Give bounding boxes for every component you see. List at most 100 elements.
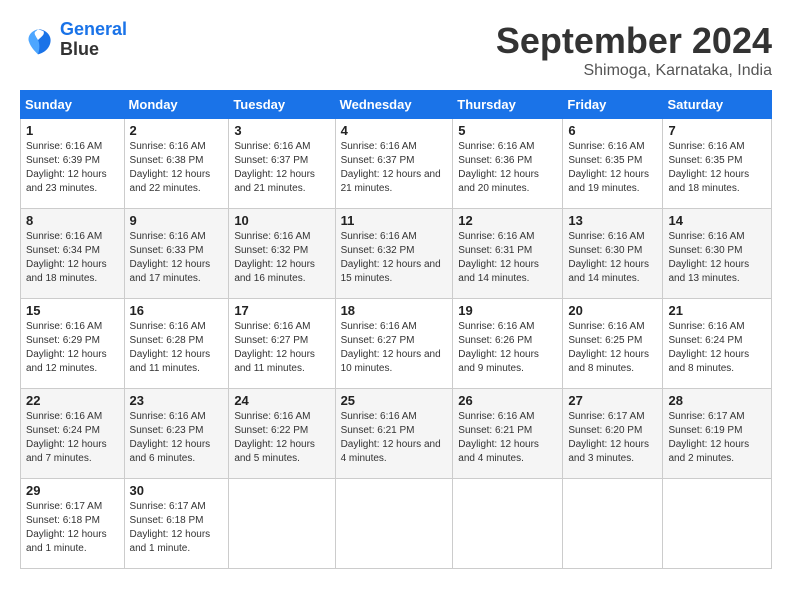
calendar-cell: 18 Sunrise: 6:16 AM Sunset: 6:27 PM Dayl… bbox=[335, 299, 453, 389]
logo-text: General Blue bbox=[60, 20, 127, 60]
day-number: 13 bbox=[568, 213, 657, 228]
calendar-week-row: 29 Sunrise: 6:17 AM Sunset: 6:18 PM Dayl… bbox=[21, 479, 772, 569]
calendar-cell: 20 Sunrise: 6:16 AM Sunset: 6:25 PM Dayl… bbox=[563, 299, 663, 389]
day-number: 9 bbox=[130, 213, 224, 228]
location: Shimoga, Karnataka, India bbox=[496, 62, 772, 80]
day-info: Sunrise: 6:16 AM Sunset: 6:30 PM Dayligh… bbox=[568, 230, 657, 286]
weekday-header: Saturday bbox=[663, 91, 772, 119]
day-info: Sunrise: 6:17 AM Sunset: 6:18 PM Dayligh… bbox=[26, 500, 119, 556]
day-number: 10 bbox=[234, 213, 329, 228]
day-info: Sunrise: 6:16 AM Sunset: 6:34 PM Dayligh… bbox=[26, 230, 119, 286]
day-number: 29 bbox=[26, 483, 119, 498]
day-number: 14 bbox=[668, 213, 766, 228]
calendar-cell: 12 Sunrise: 6:16 AM Sunset: 6:31 PM Dayl… bbox=[453, 209, 563, 299]
calendar-cell: 25 Sunrise: 6:16 AM Sunset: 6:21 PM Dayl… bbox=[335, 389, 453, 479]
calendar-cell: 21 Sunrise: 6:16 AM Sunset: 6:24 PM Dayl… bbox=[663, 299, 772, 389]
day-number: 30 bbox=[130, 483, 224, 498]
day-number: 1 bbox=[26, 123, 119, 138]
day-info: Sunrise: 6:16 AM Sunset: 6:28 PM Dayligh… bbox=[130, 320, 224, 376]
day-info: Sunrise: 6:16 AM Sunset: 6:32 PM Dayligh… bbox=[341, 230, 448, 286]
day-info: Sunrise: 6:16 AM Sunset: 6:26 PM Dayligh… bbox=[458, 320, 557, 376]
calendar-cell: 2 Sunrise: 6:16 AM Sunset: 6:38 PM Dayli… bbox=[124, 119, 229, 209]
weekday-header: Sunday bbox=[21, 91, 125, 119]
day-number: 21 bbox=[668, 303, 766, 318]
calendar-cell bbox=[229, 479, 335, 569]
calendar-header-row: SundayMondayTuesdayWednesdayThursdayFrid… bbox=[21, 91, 772, 119]
day-info: Sunrise: 6:16 AM Sunset: 6:32 PM Dayligh… bbox=[234, 230, 329, 286]
calendar-cell: 8 Sunrise: 6:16 AM Sunset: 6:34 PM Dayli… bbox=[21, 209, 125, 299]
logo: General Blue bbox=[20, 20, 127, 60]
calendar-cell: 14 Sunrise: 6:16 AM Sunset: 6:30 PM Dayl… bbox=[663, 209, 772, 299]
calendar-week-row: 1 Sunrise: 6:16 AM Sunset: 6:39 PM Dayli… bbox=[21, 119, 772, 209]
calendar-cell bbox=[663, 479, 772, 569]
day-info: Sunrise: 6:17 AM Sunset: 6:19 PM Dayligh… bbox=[668, 410, 766, 466]
day-info: Sunrise: 6:16 AM Sunset: 6:21 PM Dayligh… bbox=[458, 410, 557, 466]
day-number: 26 bbox=[458, 393, 557, 408]
day-number: 25 bbox=[341, 393, 448, 408]
day-info: Sunrise: 6:16 AM Sunset: 6:37 PM Dayligh… bbox=[341, 140, 448, 196]
day-info: Sunrise: 6:16 AM Sunset: 6:30 PM Dayligh… bbox=[668, 230, 766, 286]
calendar-week-row: 15 Sunrise: 6:16 AM Sunset: 6:29 PM Dayl… bbox=[21, 299, 772, 389]
day-number: 24 bbox=[234, 393, 329, 408]
day-info: Sunrise: 6:17 AM Sunset: 6:20 PM Dayligh… bbox=[568, 410, 657, 466]
day-info: Sunrise: 6:16 AM Sunset: 6:24 PM Dayligh… bbox=[26, 410, 119, 466]
calendar-cell: 7 Sunrise: 6:16 AM Sunset: 6:35 PM Dayli… bbox=[663, 119, 772, 209]
day-number: 11 bbox=[341, 213, 448, 228]
day-number: 2 bbox=[130, 123, 224, 138]
calendar-table: SundayMondayTuesdayWednesdayThursdayFrid… bbox=[20, 90, 772, 569]
day-info: Sunrise: 6:16 AM Sunset: 6:31 PM Dayligh… bbox=[458, 230, 557, 286]
calendar-cell: 5 Sunrise: 6:16 AM Sunset: 6:36 PM Dayli… bbox=[453, 119, 563, 209]
weekday-header: Thursday bbox=[453, 91, 563, 119]
day-info: Sunrise: 6:16 AM Sunset: 6:27 PM Dayligh… bbox=[234, 320, 329, 376]
day-number: 22 bbox=[26, 393, 119, 408]
calendar-cell: 29 Sunrise: 6:17 AM Sunset: 6:18 PM Dayl… bbox=[21, 479, 125, 569]
calendar-cell: 6 Sunrise: 6:16 AM Sunset: 6:35 PM Dayli… bbox=[563, 119, 663, 209]
day-number: 4 bbox=[341, 123, 448, 138]
day-info: Sunrise: 6:16 AM Sunset: 6:35 PM Dayligh… bbox=[668, 140, 766, 196]
calendar-cell: 22 Sunrise: 6:16 AM Sunset: 6:24 PM Dayl… bbox=[21, 389, 125, 479]
calendar-cell: 16 Sunrise: 6:16 AM Sunset: 6:28 PM Dayl… bbox=[124, 299, 229, 389]
day-info: Sunrise: 6:16 AM Sunset: 6:35 PM Dayligh… bbox=[568, 140, 657, 196]
calendar-week-row: 8 Sunrise: 6:16 AM Sunset: 6:34 PM Dayli… bbox=[21, 209, 772, 299]
calendar-cell: 27 Sunrise: 6:17 AM Sunset: 6:20 PM Dayl… bbox=[563, 389, 663, 479]
day-info: Sunrise: 6:16 AM Sunset: 6:37 PM Dayligh… bbox=[234, 140, 329, 196]
day-number: 17 bbox=[234, 303, 329, 318]
day-info: Sunrise: 6:16 AM Sunset: 6:36 PM Dayligh… bbox=[458, 140, 557, 196]
day-number: 8 bbox=[26, 213, 119, 228]
day-info: Sunrise: 6:16 AM Sunset: 6:39 PM Dayligh… bbox=[26, 140, 119, 196]
calendar-cell: 19 Sunrise: 6:16 AM Sunset: 6:26 PM Dayl… bbox=[453, 299, 563, 389]
day-number: 5 bbox=[458, 123, 557, 138]
day-info: Sunrise: 6:16 AM Sunset: 6:33 PM Dayligh… bbox=[130, 230, 224, 286]
day-number: 15 bbox=[26, 303, 119, 318]
calendar-week-row: 22 Sunrise: 6:16 AM Sunset: 6:24 PM Dayl… bbox=[21, 389, 772, 479]
calendar-cell: 28 Sunrise: 6:17 AM Sunset: 6:19 PM Dayl… bbox=[663, 389, 772, 479]
day-number: 7 bbox=[668, 123, 766, 138]
calendar-cell: 10 Sunrise: 6:16 AM Sunset: 6:32 PM Dayl… bbox=[229, 209, 335, 299]
day-info: Sunrise: 6:16 AM Sunset: 6:22 PM Dayligh… bbox=[234, 410, 329, 466]
calendar-cell: 26 Sunrise: 6:16 AM Sunset: 6:21 PM Dayl… bbox=[453, 389, 563, 479]
calendar-cell: 23 Sunrise: 6:16 AM Sunset: 6:23 PM Dayl… bbox=[124, 389, 229, 479]
calendar-cell bbox=[563, 479, 663, 569]
calendar-cell bbox=[453, 479, 563, 569]
title-block: September 2024 Shimoga, Karnataka, India bbox=[496, 20, 772, 80]
day-number: 28 bbox=[668, 393, 766, 408]
day-number: 27 bbox=[568, 393, 657, 408]
calendar-cell: 1 Sunrise: 6:16 AM Sunset: 6:39 PM Dayli… bbox=[21, 119, 125, 209]
calendar-cell bbox=[335, 479, 453, 569]
calendar-cell: 9 Sunrise: 6:16 AM Sunset: 6:33 PM Dayli… bbox=[124, 209, 229, 299]
calendar-cell: 3 Sunrise: 6:16 AM Sunset: 6:37 PM Dayli… bbox=[229, 119, 335, 209]
month-title: September 2024 bbox=[496, 20, 772, 62]
day-number: 6 bbox=[568, 123, 657, 138]
weekday-header: Monday bbox=[124, 91, 229, 119]
calendar-cell: 11 Sunrise: 6:16 AM Sunset: 6:32 PM Dayl… bbox=[335, 209, 453, 299]
weekday-header: Tuesday bbox=[229, 91, 335, 119]
day-info: Sunrise: 6:16 AM Sunset: 6:23 PM Dayligh… bbox=[130, 410, 224, 466]
day-number: 3 bbox=[234, 123, 329, 138]
day-info: Sunrise: 6:16 AM Sunset: 6:27 PM Dayligh… bbox=[341, 320, 448, 376]
day-number: 12 bbox=[458, 213, 557, 228]
weekday-header: Wednesday bbox=[335, 91, 453, 119]
page-header: General Blue September 2024 Shimoga, Kar… bbox=[20, 20, 772, 80]
calendar-cell: 24 Sunrise: 6:16 AM Sunset: 6:22 PM Dayl… bbox=[229, 389, 335, 479]
day-number: 23 bbox=[130, 393, 224, 408]
day-number: 20 bbox=[568, 303, 657, 318]
